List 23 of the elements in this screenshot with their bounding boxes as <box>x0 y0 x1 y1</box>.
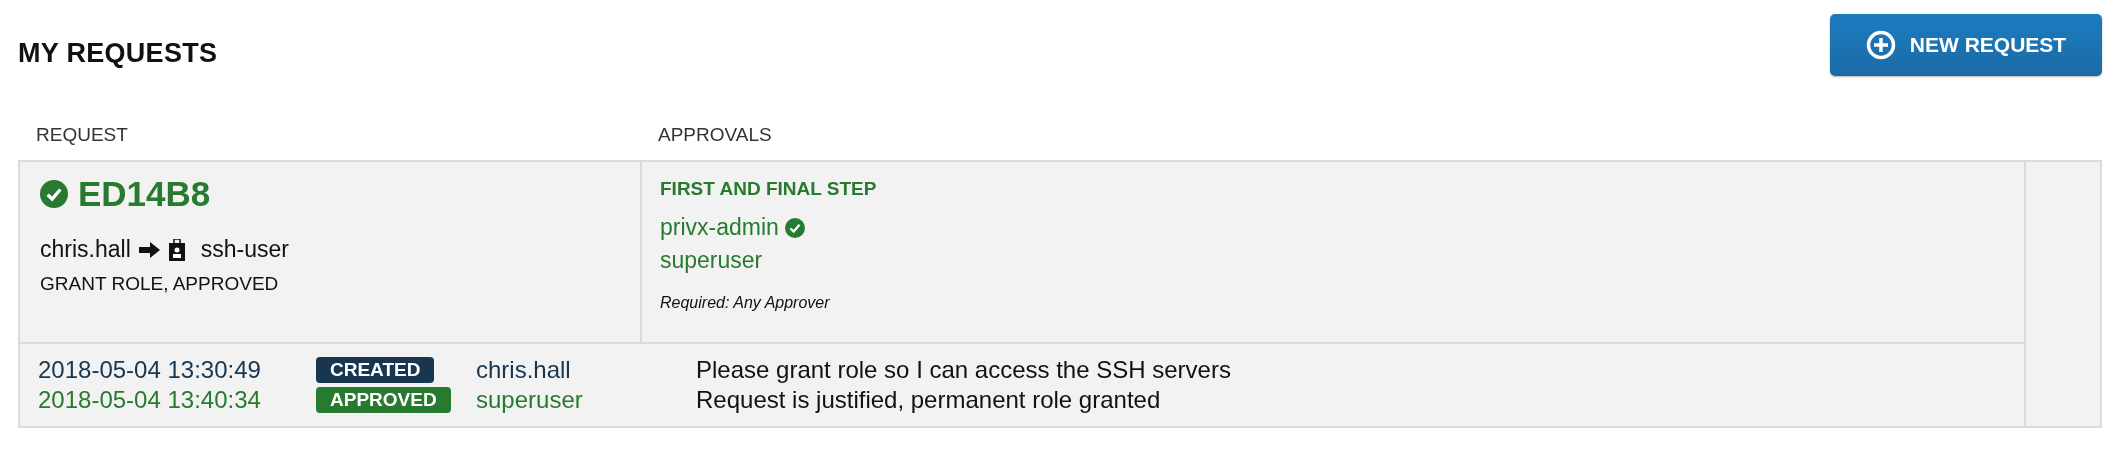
approval-requirement: Required: Any Approver <box>660 294 831 312</box>
event-comment: Please grant role so I can access the SSH servers <box>696 356 1232 384</box>
requester-name: chris.hall <box>40 236 131 263</box>
status-badge: APPROVED <box>316 387 451 413</box>
event-user: chris.hall <box>476 356 572 384</box>
event-comment: Request is justified, permanent role granted <box>696 386 1162 414</box>
arrow-right-icon <box>138 240 161 259</box>
approver-name: superuser <box>660 247 763 274</box>
request-id: ED14B8 <box>78 174 211 214</box>
approver-name: privx-admin <box>660 214 779 241</box>
step-title: FIRST AND FINAL STEP <box>660 178 878 200</box>
event-time: 2018-05-04 13:30:49 <box>38 356 262 384</box>
new-request-button[interactable]: NEW REQUEST <box>1830 14 2102 76</box>
badge-icon <box>168 238 185 261</box>
role-name: ssh-user <box>200 236 289 263</box>
status-badge: CREATED <box>316 357 435 383</box>
column-header: APPROVALS <box>658 124 773 146</box>
request-summary: GRANT ROLE, APPROVED <box>40 273 280 295</box>
column-header: REQUEST <box>36 124 129 146</box>
event-time: 2018-05-04 13:40:34 <box>38 386 262 414</box>
event-user: superuser <box>476 386 584 414</box>
plus-circle-icon <box>1865 30 1896 60</box>
page-title: MY REQUESTS <box>18 38 218 69</box>
